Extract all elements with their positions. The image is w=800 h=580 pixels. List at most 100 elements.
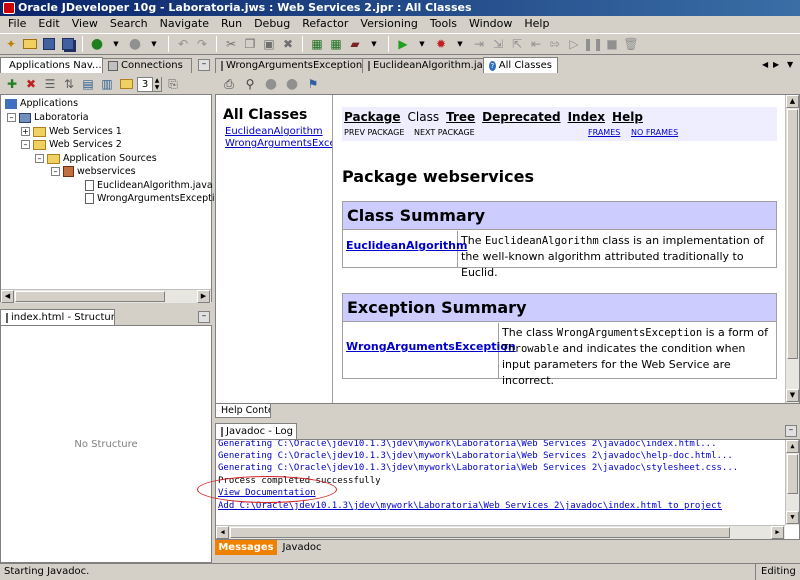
deploy-dropdown-icon[interactable]: ▼ <box>366 36 382 52</box>
navigator-minimize-button[interactable]: – <box>198 59 210 71</box>
level-spinner[interactable]: 3 ▲ ▼ <box>137 76 162 92</box>
scroll-down-icon[interactable]: ▼ <box>786 511 799 524</box>
all-classes-link-wrong-arguments[interactable]: WrongArgumentsException <box>225 138 332 149</box>
scroll-right-icon[interactable]: ▶ <box>771 526 784 539</box>
resume-icon[interactable]: ▷ <box>566 36 582 52</box>
tree-node-laboratoria[interactable]: – Laboratoria <box>7 111 89 125</box>
cut-icon[interactable]: ✂ <box>223 36 239 52</box>
sort-icon[interactable]: ⇅ <box>61 76 77 92</box>
scroll-down-icon[interactable]: ▼ <box>786 389 799 402</box>
tree-node-web-services-2[interactable]: – Web Services 2 <box>21 138 122 152</box>
menu-search[interactable]: Search <box>104 16 154 32</box>
spinner-arrows-icon[interactable]: ▲ ▼ <box>152 77 161 91</box>
scroll-left-icon[interactable]: ◀ <box>216 526 229 539</box>
scroll-up-icon[interactable]: ▲ <box>786 440 799 453</box>
tab-help-content[interactable]: Help Content <box>215 404 271 418</box>
tab-structure[interactable]: index.html - Structure <box>0 309 115 325</box>
undo-icon[interactable]: ↶ <box>175 36 191 52</box>
tab-applications-navigator[interactable]: Applications Nav... <box>0 57 103 73</box>
collapse-icon[interactable]: – <box>7 113 16 123</box>
menu-edit[interactable]: Edit <box>32 16 65 32</box>
nav-tree-link[interactable]: Tree <box>446 110 475 124</box>
tab-javadoc-log[interactable]: Javadoc - Log <box>215 423 297 439</box>
chart-icon[interactable]: ▥ <box>99 76 115 92</box>
folder-toggle-icon[interactable] <box>118 76 134 92</box>
forward-icon[interactable]: ● <box>127 36 143 52</box>
help-forward-icon[interactable]: ● <box>284 76 300 92</box>
save-icon[interactable] <box>41 36 57 52</box>
menu-window[interactable]: Window <box>463 16 518 32</box>
print-icon[interactable]: ⎙ <box>221 76 237 92</box>
editor-tab-list-icon[interactable]: ▼ <box>787 60 793 69</box>
garbage-collect-icon[interactable]: 🗑 <box>623 36 639 52</box>
menu-navigate[interactable]: Navigate <box>154 16 215 32</box>
step-out-icon[interactable]: ⇱ <box>509 36 525 52</box>
menu-view[interactable]: View <box>66 16 104 32</box>
step-into-icon[interactable]: ⇲ <box>490 36 506 52</box>
scroll-right-icon[interactable]: ▶ <box>197 290 210 303</box>
pause-icon[interactable]: ❚❚ <box>583 36 603 52</box>
tree-node-application-sources[interactable]: – Application Sources <box>35 152 157 166</box>
delete-icon[interactable]: ✖ <box>280 36 296 52</box>
back-dropdown-icon[interactable]: ▼ <box>108 36 124 52</box>
new-application-icon[interactable]: ✚ <box>4 76 20 92</box>
remove-icon[interactable]: ✖ <box>23 76 39 92</box>
tree-node-euclidean-java[interactable]: EuclideanAlgorithm.java <box>85 179 213 193</box>
log-vertical-scrollbar[interactable]: ▲ ▼ <box>785 440 799 525</box>
forward-dropdown-icon[interactable]: ▼ <box>146 36 162 52</box>
nav-noframes-link[interactable]: NO FRAMES <box>631 128 678 137</box>
properties-icon[interactable]: ▤ <box>80 76 96 92</box>
menu-versioning[interactable]: Versioning <box>354 16 423 32</box>
find-icon[interactable]: ⚲ <box>242 76 258 92</box>
new-icon[interactable]: ✦ <box>3 36 19 52</box>
tree-node-applications[interactable]: Applications <box>5 97 78 111</box>
sync-icon[interactable]: ⎘ <box>165 76 181 92</box>
collapse-icon[interactable]: – <box>51 167 60 177</box>
collapse-icon[interactable]: – <box>21 140 30 150</box>
tab-connections[interactable]: Connections <box>102 58 192 73</box>
nav-index-link[interactable]: Index <box>568 110 605 124</box>
menu-refactor[interactable]: Refactor <box>296 16 354 32</box>
tree-node-webservices[interactable]: – webservices <box>51 165 136 179</box>
menu-run[interactable]: Run <box>215 16 248 32</box>
open-icon[interactable] <box>22 36 38 52</box>
log-horizontal-scrollbar[interactable]: ◀ ▶ <box>216 525 785 539</box>
tab-euclidean-algorithm[interactable]: EuclideanAlgorithm.java <box>362 58 484 73</box>
menu-debug[interactable]: Debug <box>248 16 296 32</box>
run-icon[interactable]: ▶ <box>395 36 411 52</box>
copy-icon[interactable]: ❐ <box>242 36 258 52</box>
exception-link-wrong-arguments[interactable]: WrongArgumentsException <box>346 340 516 353</box>
all-classes-link-euclidean[interactable]: EuclideanAlgorithm <box>225 126 323 137</box>
menu-help[interactable]: Help <box>518 16 555 32</box>
paste-icon[interactable]: ▣ <box>261 36 277 52</box>
menu-tools[interactable]: Tools <box>424 16 463 32</box>
class-link-euclidean[interactable]: EuclideanAlgorithm <box>346 239 467 252</box>
nav-frames-link[interactable]: FRAMES <box>588 128 620 137</box>
scroll-thumb[interactable] <box>230 527 730 538</box>
save-all-icon[interactable] <box>60 36 76 52</box>
make-icon[interactable]: ▦ <box>309 36 325 52</box>
nav-package-link[interactable]: Package <box>344 110 401 124</box>
expand-icon[interactable]: + <box>21 127 30 137</box>
tab-all-classes[interactable]: ? All Classes <box>483 57 558 73</box>
filter-icon[interactable]: ☰ <box>42 76 58 92</box>
tree-node-web-services-1[interactable]: + Web Services 1 <box>21 125 122 139</box>
doc-vertical-scrollbar[interactable]: ▲ ▼ <box>785 95 799 403</box>
scroll-up-icon[interactable]: ▲ <box>786 95 799 108</box>
help-back-icon[interactable]: ● <box>263 76 279 92</box>
navigator-horizontal-scrollbar[interactable]: ◀ ▶ <box>1 289 211 303</box>
log-minimize-button[interactable]: – <box>785 425 797 437</box>
scroll-thumb[interactable] <box>787 454 798 494</box>
step-over-icon[interactable]: ⇥ <box>471 36 487 52</box>
rebuild-icon[interactable]: ▦ <box>328 36 344 52</box>
collapse-icon[interactable]: – <box>35 154 44 164</box>
tab-messages[interactable]: Messages <box>215 540 277 555</box>
nav-help-link[interactable]: Help <box>612 110 643 124</box>
step-to-end-icon[interactable]: ⇤ <box>528 36 544 52</box>
structure-minimize-button[interactable]: – <box>198 311 210 323</box>
tab-javadoc[interactable]: Javadoc <box>277 540 327 555</box>
nav-deprecated-link[interactable]: Deprecated <box>482 110 560 124</box>
scroll-thumb[interactable] <box>787 109 798 359</box>
editor-tab-scroll-left-icon[interactable]: ◀ <box>762 60 768 69</box>
scroll-left-icon[interactable]: ◀ <box>1 290 14 303</box>
